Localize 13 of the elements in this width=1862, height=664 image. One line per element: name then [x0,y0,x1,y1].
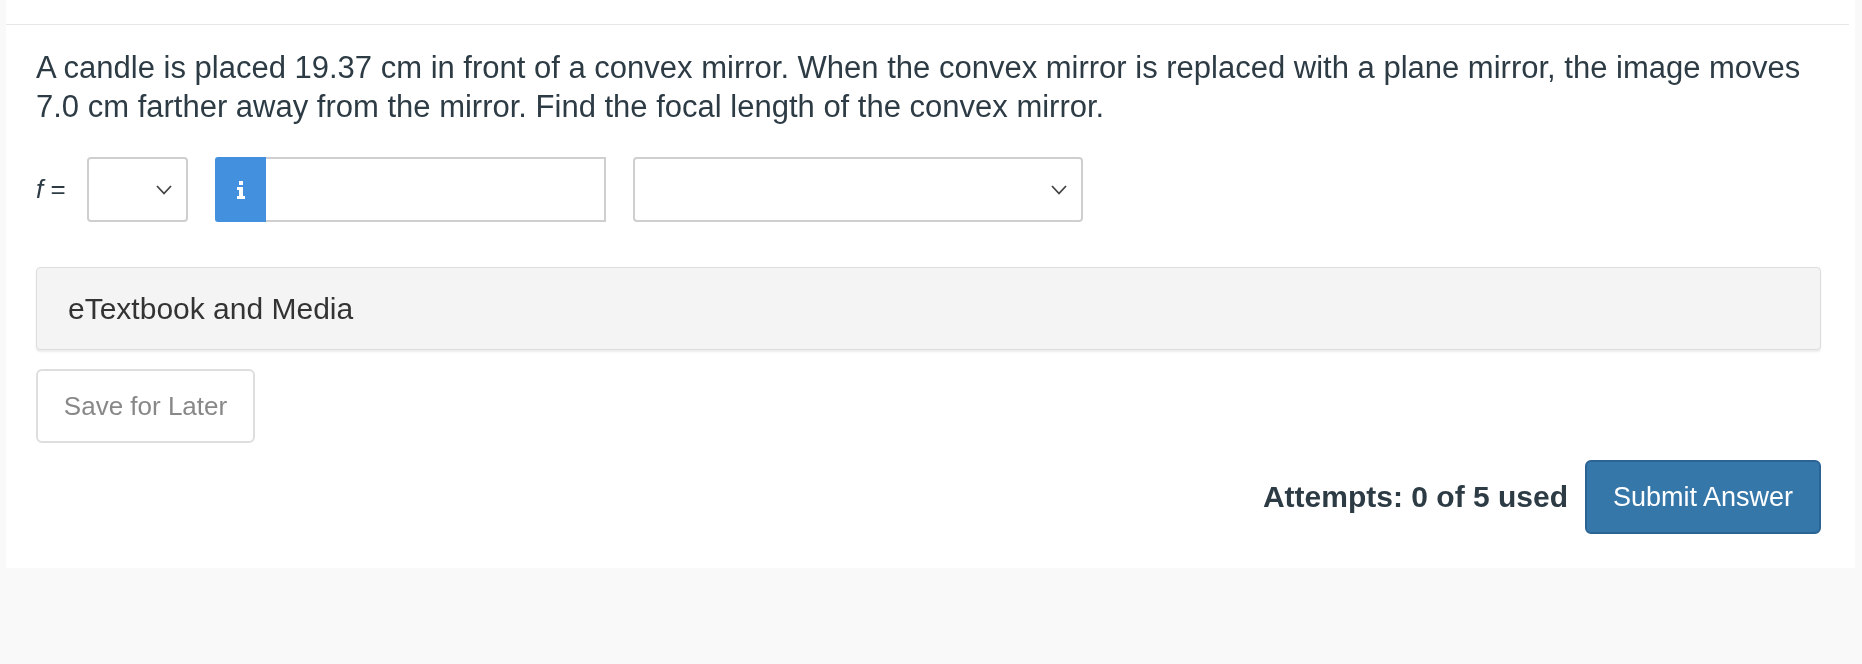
attempts-text: Attempts: 0 of 5 used [1262,480,1568,514]
chevron-down-icon [1051,184,1067,195]
save-for-later-button[interactable]: Save for Later [36,369,255,443]
info-icon [236,180,245,199]
answer-input[interactable] [266,157,606,222]
resources-panel[interactable]: eTextbook and Media [36,267,1821,350]
info-button[interactable] [215,157,266,222]
dropdown[interactable] [87,157,188,222]
submit-answer-button[interactable]: Submit Answer [1585,460,1821,534]
chevron-down-icon [156,184,172,195]
variable-label: f = [36,174,67,205]
question-text: A candle is placed 19.37 cm in front of a convex mirror. When the convex mirror is replaced with a plane mirror, the image moves 7.0 cm farther away from the mirror. Find the focal length of the convex mirror. [36,49,1802,126]
dropdown[interactable] [633,157,1083,222]
